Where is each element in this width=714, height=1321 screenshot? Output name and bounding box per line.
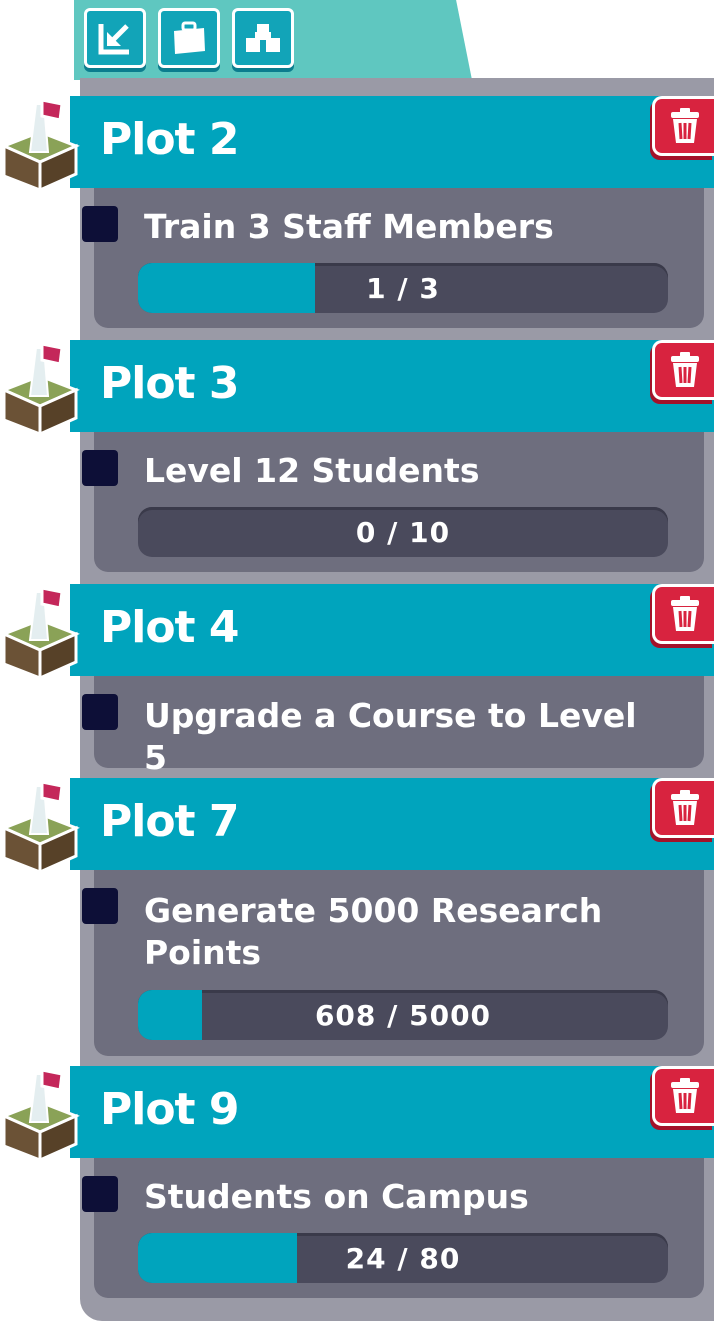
plot-title: Plot 4 (100, 602, 240, 653)
goal-checkbox[interactable] (82, 694, 118, 730)
tab-buildings[interactable] (232, 8, 294, 68)
delete-plot-button[interactable] (652, 1066, 714, 1126)
trash-icon (670, 1078, 699, 1113)
goal-checkbox[interactable] (82, 450, 118, 486)
delete-plot-button[interactable] (652, 778, 714, 838)
tab-briefcase[interactable] (158, 8, 220, 68)
plot-flag-icon (0, 1068, 80, 1162)
delete-plot-button[interactable] (652, 584, 714, 644)
goal-checkbox[interactable] (82, 888, 118, 924)
goal-progress-bar: 608 / 5000 (138, 990, 668, 1040)
plot-flag-icon (0, 342, 80, 436)
plot-title: Plot 9 (100, 1084, 240, 1135)
delete-plot-button[interactable] (652, 96, 714, 156)
trash-icon (670, 790, 699, 825)
progress-label: 24 / 80 (345, 1241, 461, 1275)
goal-progress-bar: 1 / 3 (138, 263, 668, 313)
tab-import[interactable] (84, 8, 146, 68)
progress-label: 608 / 5000 (314, 998, 492, 1032)
plot-flag-icon (0, 586, 80, 680)
trash-icon (670, 596, 699, 631)
briefcase-icon (174, 21, 205, 54)
goal-checkbox[interactable] (82, 1176, 118, 1212)
trash-icon (670, 108, 699, 143)
progress-label: 1 / 3 (366, 271, 440, 305)
buildings-icon (246, 24, 280, 52)
goal-text: Level 12 Students (144, 451, 480, 490)
goal-progress-bar: 0 / 10 (138, 507, 668, 557)
plot-flag-icon (0, 780, 80, 874)
goal-text: Generate 5000 Research Points (144, 891, 603, 972)
import-arrow-icon (98, 24, 129, 55)
goal-text: Upgrade a Course to Level 5 (144, 696, 637, 777)
plot-title: Plot 3 (100, 358, 240, 409)
plot-flag-icon (0, 98, 80, 192)
goal-text: Train 3 Staff Members (144, 207, 554, 246)
goal-text: Students on Campus (144, 1177, 529, 1216)
plot-title: Plot 2 (100, 114, 240, 165)
progress-label: 0 / 10 (355, 515, 451, 549)
plot-title: Plot 7 (100, 796, 240, 847)
trash-icon (670, 352, 699, 387)
goal-checkbox[interactable] (82, 206, 118, 242)
goal-progress-bar: 24 / 80 (138, 1233, 668, 1283)
delete-plot-button[interactable] (652, 340, 714, 400)
tab-bar (74, 0, 472, 80)
